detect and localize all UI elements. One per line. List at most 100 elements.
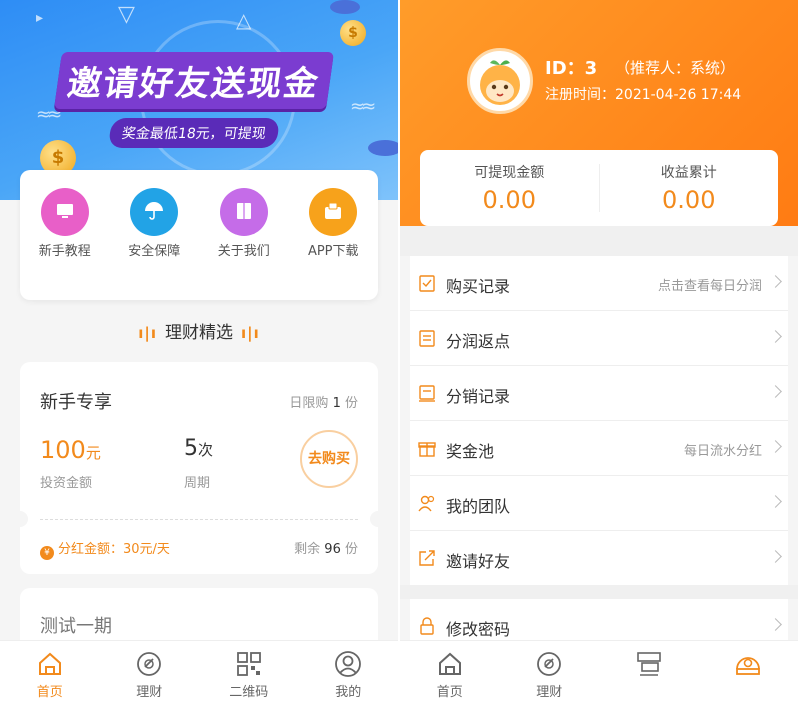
- quick-link-label: APP下载: [307, 244, 359, 259]
- menu-item-distribution-records[interactable]: 分销记录: [410, 366, 788, 421]
- tab-finance[interactable]: 理财: [500, 641, 600, 707]
- menu-label: 购买记录: [446, 277, 511, 296]
- product-name: 测试一期: [40, 616, 112, 637]
- quick-link-security[interactable]: 安全保障: [114, 170, 194, 300]
- menu-item-bonus-pool[interactable]: 奖金池 每日流水分红: [410, 421, 788, 476]
- menu-item-my-team[interactable]: 我的团队: [410, 476, 788, 531]
- stat-value: 0.00: [482, 186, 536, 214]
- investment-amount-label: 投资金额: [40, 476, 93, 491]
- quick-link-tutorial[interactable]: 新手教程: [25, 170, 105, 300]
- home-icon: [35, 649, 65, 679]
- menu-label: 我的团队: [446, 497, 511, 516]
- left-screen: ▸ ▽ △ ≈≈ ≈≈ $ $ 邀请好友送现金 奖金最低18元，可提现 新手教程…: [0, 0, 398, 707]
- clipboard-icon: [419, 275, 435, 292]
- stat-label: 可提现金额: [474, 165, 545, 181]
- tab-label: 二维码: [229, 685, 269, 700]
- home-icon: [435, 649, 465, 679]
- qrcode-icon: [634, 649, 664, 679]
- triangle-decoration: △: [236, 8, 252, 32]
- header-spacer: [400, 226, 798, 256]
- coin-icon: ¥: [40, 546, 54, 560]
- banner-subtitle: 奖金最低18元，可提现: [107, 118, 280, 148]
- quick-link-about[interactable]: 关于我们: [204, 170, 284, 300]
- product-card[interactable]: 新手专享 日限购 1 份 100元 投资金额 5次 周期 去购买 ¥ 分红金额：3…: [12, 362, 386, 574]
- period-label: 周期: [184, 476, 211, 491]
- menu-label: 奖金池: [446, 442, 495, 461]
- tab-mine[interactable]: [699, 641, 798, 707]
- wave-decoration: ≈≈: [350, 96, 376, 117]
- book-icon: [219, 188, 268, 236]
- section-gap: [400, 585, 798, 599]
- user-icon: [333, 649, 363, 679]
- menu-item-profit-rebate[interactable]: 分润返点: [410, 311, 788, 366]
- purchase-limit: 日限购 1 份: [289, 396, 358, 411]
- tab-mine[interactable]: 我的: [299, 641, 399, 707]
- coin-icon: $: [340, 20, 366, 46]
- team-icon: [418, 495, 435, 512]
- total-earnings[interactable]: 收益累计 0.00: [600, 150, 779, 226]
- menu-hint: 点击查看每日分润: [657, 279, 762, 294]
- tab-qrcode[interactable]: [599, 641, 699, 707]
- quick-link-label: 安全保障: [128, 244, 181, 259]
- chevron-right-icon: [769, 275, 782, 288]
- triangle-decoration: ▸: [36, 10, 44, 26]
- menu-hint: 每日流水分红: [683, 444, 762, 459]
- stats-card: 可提现金额 0.00 收益累计 0.00: [420, 150, 778, 226]
- tab-home[interactable]: 首页: [0, 641, 100, 707]
- banner-title: 邀请好友送现金: [53, 52, 335, 109]
- tab-label: 理财: [136, 685, 163, 700]
- investment-amount: 100元: [40, 436, 101, 464]
- chevron-right-icon: [769, 550, 782, 563]
- stat-label: 收益累计: [660, 165, 717, 181]
- buy-button[interactable]: 去购买: [300, 430, 358, 488]
- user-id: ID：3: [545, 58, 598, 79]
- share-icon: [419, 550, 435, 566]
- list-icon: [419, 330, 435, 347]
- tab-label: 首页: [436, 685, 463, 700]
- period-value: 5次: [184, 436, 214, 461]
- tab-finance[interactable]: 理财: [100, 641, 200, 707]
- receipt-icon: [419, 385, 435, 402]
- remaining-shares: 剩余 96 份: [294, 542, 358, 557]
- dividend-amount: ¥ 分红金额：30元/天: [40, 538, 170, 560]
- referrer-text: （推荐人：系统）: [615, 59, 736, 77]
- register-time: 注册时间：2021-04-26 17:44: [545, 87, 742, 103]
- tab-home[interactable]: 首页: [400, 641, 500, 707]
- menu-label: 分销记录: [446, 387, 511, 406]
- ticket-notch: [12, 511, 28, 527]
- umbrella-icon: [130, 188, 179, 236]
- menu-label: 分润返点: [446, 332, 511, 351]
- triangle-decoration: ▽: [118, 2, 135, 27]
- gift-icon: [418, 442, 436, 457]
- withdrawable-amount[interactable]: 可提现金额 0.00: [420, 150, 599, 226]
- chevron-right-icon: [769, 440, 782, 453]
- chevron-right-icon: [769, 618, 782, 631]
- menu-item-invite-friends[interactable]: 邀请好友: [410, 531, 788, 586]
- avatar[interactable]: [467, 48, 533, 114]
- quick-link-label: 新手教程: [38, 244, 91, 259]
- monitor-icon: [40, 188, 89, 236]
- chevron-right-icon: [769, 330, 782, 343]
- finance-icon: [534, 649, 564, 679]
- quick-links-card: 新手教程 安全保障 关于我们 APP下载: [20, 170, 378, 300]
- bottom-tab-bar: 首页 理财: [400, 640, 798, 707]
- bars-icon: ı|ı: [138, 324, 157, 342]
- quick-link-app-download[interactable]: APP下载: [293, 170, 373, 300]
- tab-qrcode[interactable]: 二维码: [199, 641, 299, 707]
- bottom-tab-bar: 首页 理财 二维码 我的: [0, 640, 398, 707]
- tab-label: 理财: [536, 685, 563, 700]
- menu-item-purchase-records[interactable]: 购买记录 点击查看每日分润: [410, 256, 788, 311]
- menu-label: 邀请好友: [446, 552, 511, 571]
- menu-label: 修改密码: [446, 620, 511, 639]
- tab-label: 首页: [36, 685, 63, 700]
- coin-icon: [330, 0, 360, 14]
- ticket-notch: [370, 511, 386, 527]
- right-screen: ID：3 （推荐人：系统） 注册时间：2021-04-26 17:44 可提现金…: [400, 0, 798, 707]
- finance-icon: [134, 649, 164, 679]
- download-box-icon: [309, 188, 358, 236]
- product-name: 新手专享: [40, 392, 112, 413]
- qrcode-icon: [234, 649, 264, 679]
- chevron-right-icon: [769, 385, 782, 398]
- user-icon: [733, 649, 763, 679]
- lock-icon: [420, 617, 434, 635]
